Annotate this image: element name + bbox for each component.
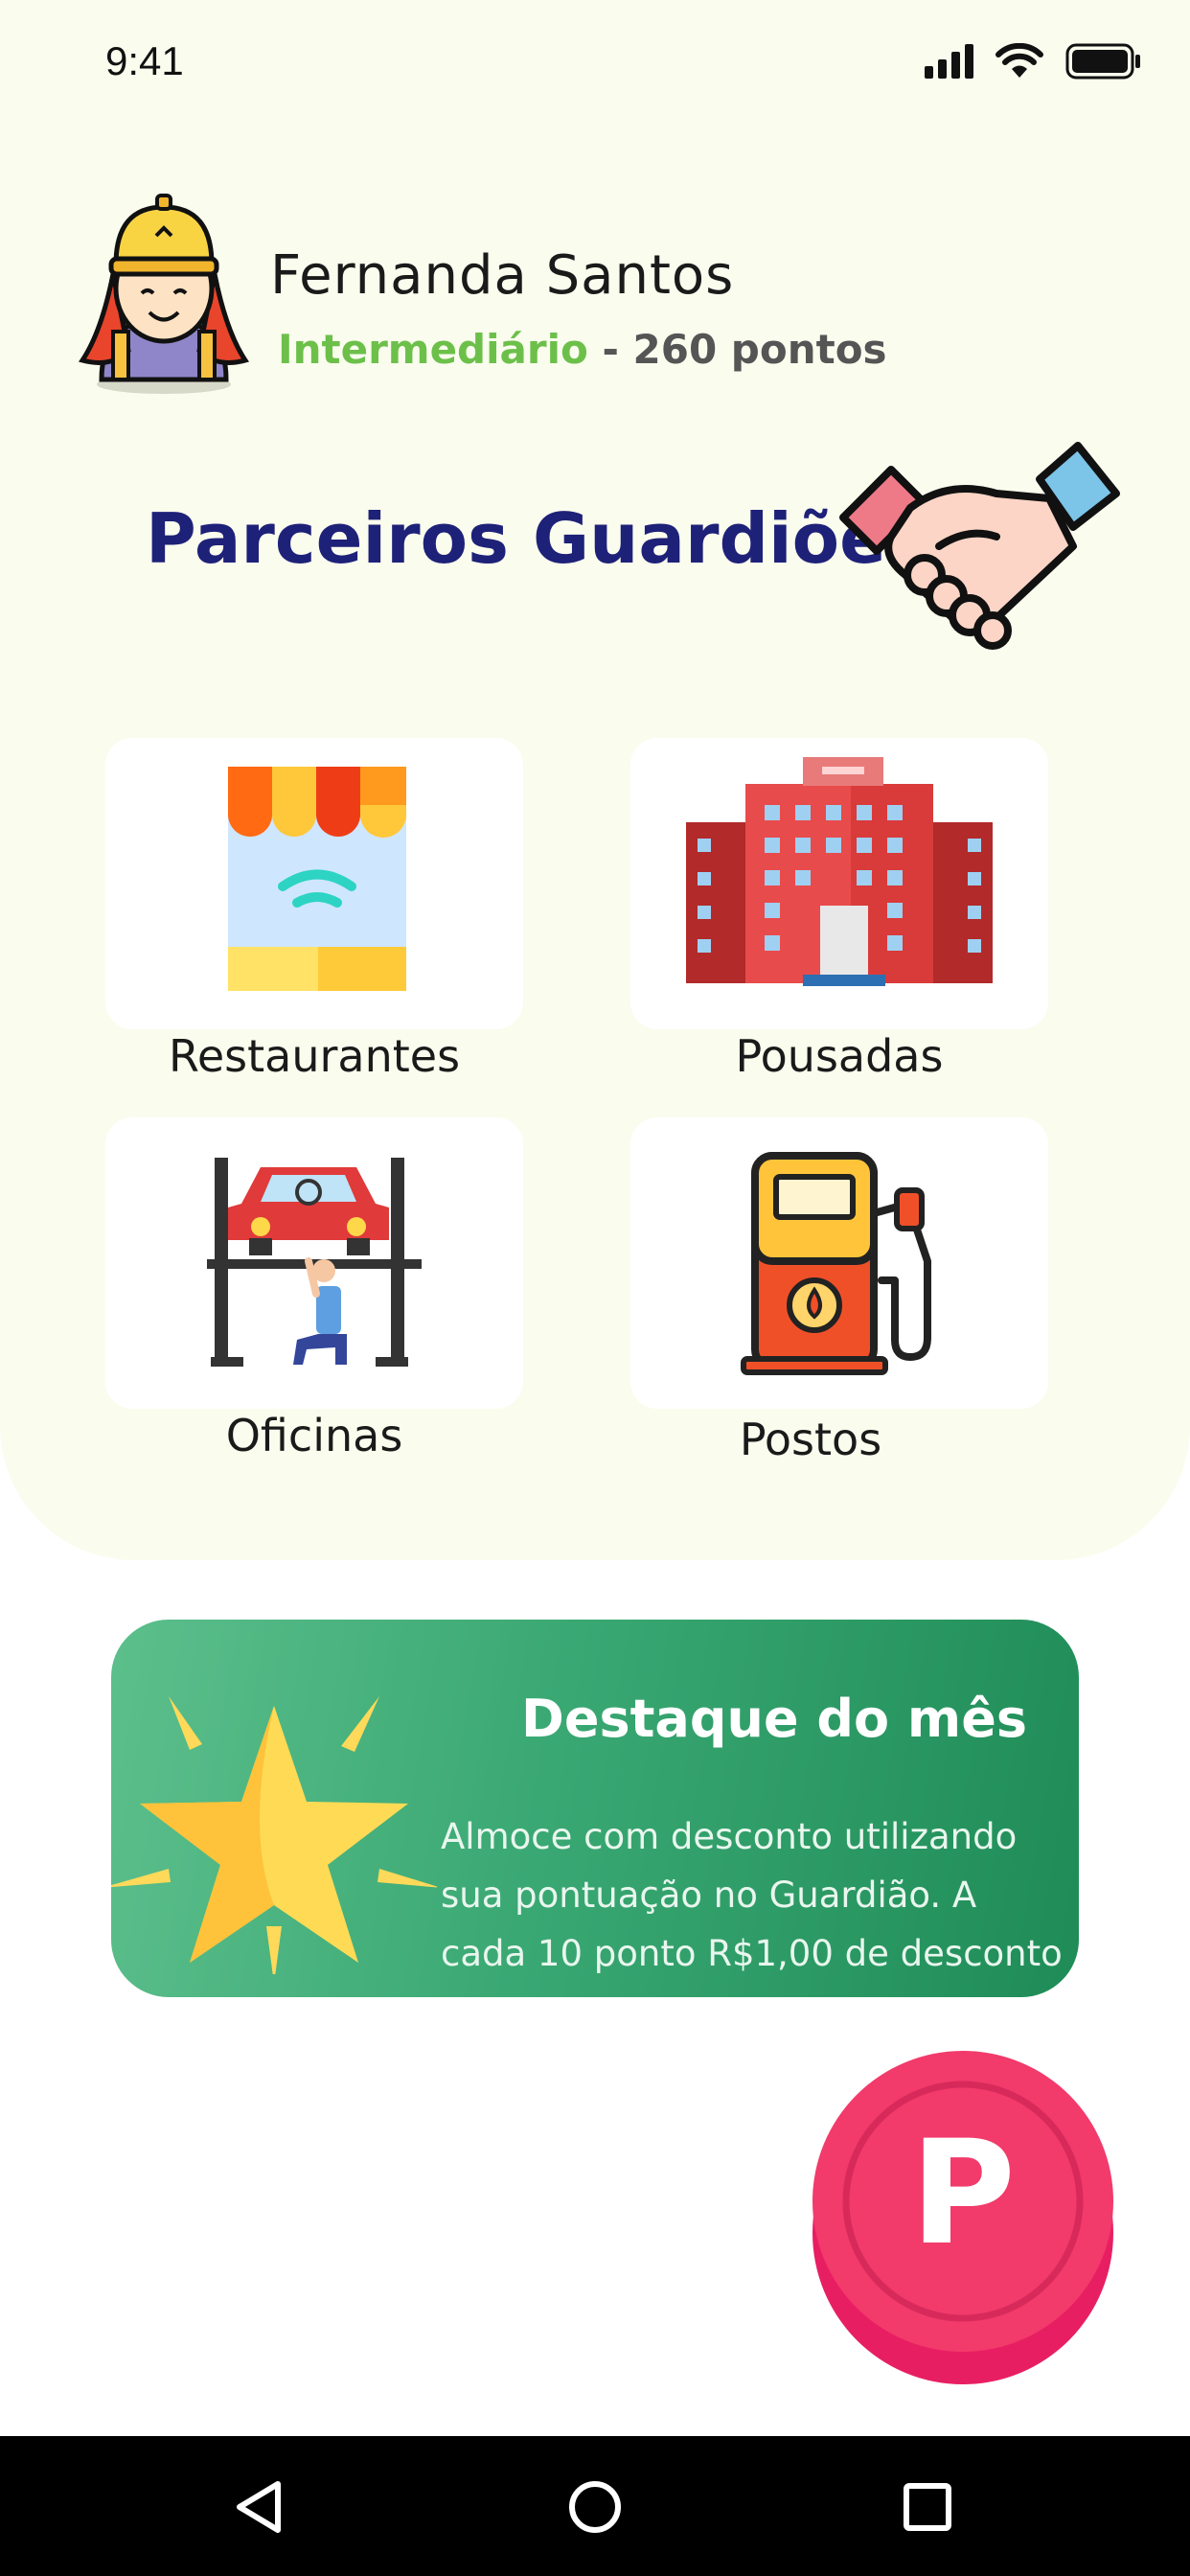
page-title: Parceiros Guardiões [146,498,927,579]
highlight-text: Almoce com desconto utilizando sua pontu… [441,1807,1073,1983]
category-card-oficinas[interactable] [105,1117,523,1409]
home-icon[interactable] [555,2467,635,2547]
level-name: Intermediário [278,326,588,373]
fuel-pump-icon [741,1152,931,1375]
highlight-title: Destaque do mês [521,1689,1027,1749]
car-lift-mechanic-icon [207,1158,422,1367]
user-name: Fernanda Santos [270,244,735,307]
avatar-explorer-icon [78,194,250,394]
category-card-postos[interactable] [630,1117,1048,1409]
points-letter: P [910,2110,1016,2277]
signal-icon [925,44,973,79]
store-wifi-icon [228,767,406,991]
category-label-oficinas: Oficinas [225,1410,403,1461]
highlight-banner[interactable]: Destaque do mês Almoce com desconto util… [111,1620,1079,1997]
system-nav-bar [0,2436,1190,2576]
wifi-icon [995,43,1043,78]
status-time: 9:41 [105,38,184,83]
star-icon [111,1696,437,1974]
status-icons [925,42,1142,80]
highlight-line: cada 10 ponto R$1,00 de desconto [441,1933,1063,1974]
points-text: - 260 pontos [587,326,887,373]
recents-icon[interactable] [887,2467,968,2547]
category-card-pousadas[interactable] [630,738,1048,1029]
user-level: Intermediário - 260 pontos [278,326,887,373]
highlight-line: sua pontuação no Guardião. A [441,1874,977,1916]
avatar[interactable] [73,188,255,399]
handshake-icon [834,441,1121,661]
category-label-postos: Postos [739,1414,882,1465]
category-card-restaurantes[interactable] [105,738,523,1029]
highlight-line: Almoce com desconto utilizando [441,1816,1018,1857]
back-icon[interactable] [220,2467,301,2547]
points-button[interactable]: P [812,2051,1113,2384]
battery-icon [1065,43,1140,80]
category-label-restaurantes: Restaurantes [168,1030,461,1082]
category-label-pousadas: Pousadas [735,1030,944,1082]
hotel-building-icon [686,757,993,986]
